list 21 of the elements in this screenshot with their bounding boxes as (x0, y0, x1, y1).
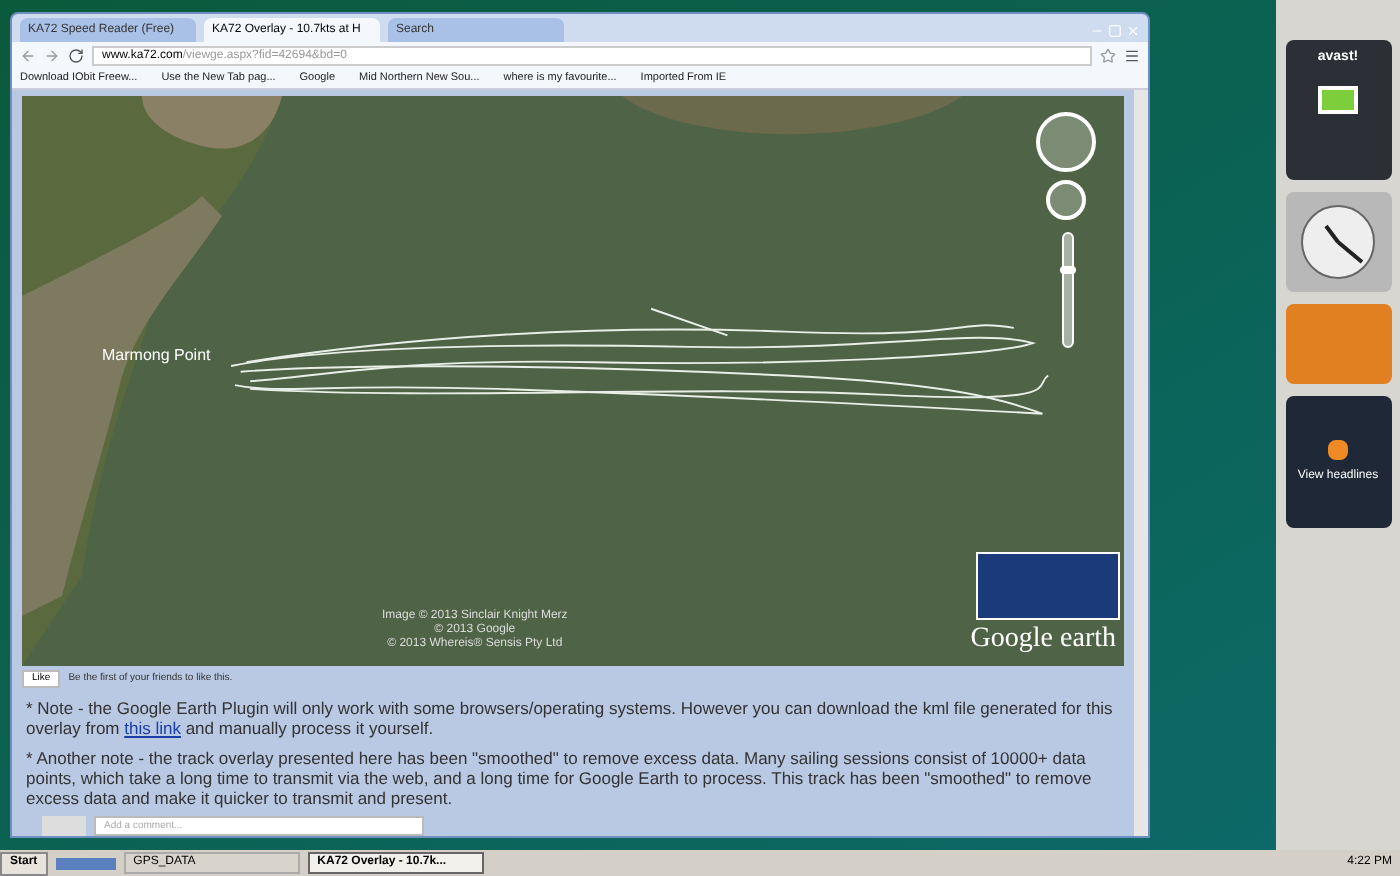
note-paragraph: * Another note - the track overlay presented here has been "smoothed" to remove excess data. Many sailing sessions consist of 10000+ data points, which take a long time to transmit via the web, and a long time for Google Earth to process. This track has been "smoothed" to remove excess data and make it quicker to transmit and present. (24, 748, 1094, 808)
zoom-slider-thumb[interactable] (1060, 265, 1076, 274)
quick-launch-icon[interactable] (55, 857, 116, 869)
close-icon[interactable] (1126, 24, 1140, 38)
photo-placeholder (1285, 304, 1391, 384)
scrollbar[interactable] (1134, 90, 1148, 836)
note-paragraph: * Note - the Google Earth Plugin will only work with some browsers/operating systems. However you can download the kml file generated for this overlay from this link and manually process it yourself. (24, 698, 1115, 738)
maximize-icon[interactable] (1108, 24, 1122, 38)
world-map-inset[interactable] (976, 552, 1120, 620)
place-label: Marmong Point (102, 344, 211, 368)
navigation-control[interactable] (1036, 112, 1096, 172)
menu-icon[interactable] (1124, 47, 1140, 63)
look-control[interactable] (1046, 180, 1086, 220)
reload-icon[interactable] (68, 47, 84, 63)
star-icon[interactable] (1100, 47, 1116, 63)
map-logo: Google earth (970, 624, 1116, 656)
forward-icon[interactable] (44, 47, 60, 63)
avatar-placeholder (42, 816, 86, 836)
clock-icon (1298, 202, 1378, 282)
download-link[interactable]: this link (124, 718, 181, 738)
back-icon[interactable] (20, 47, 36, 63)
